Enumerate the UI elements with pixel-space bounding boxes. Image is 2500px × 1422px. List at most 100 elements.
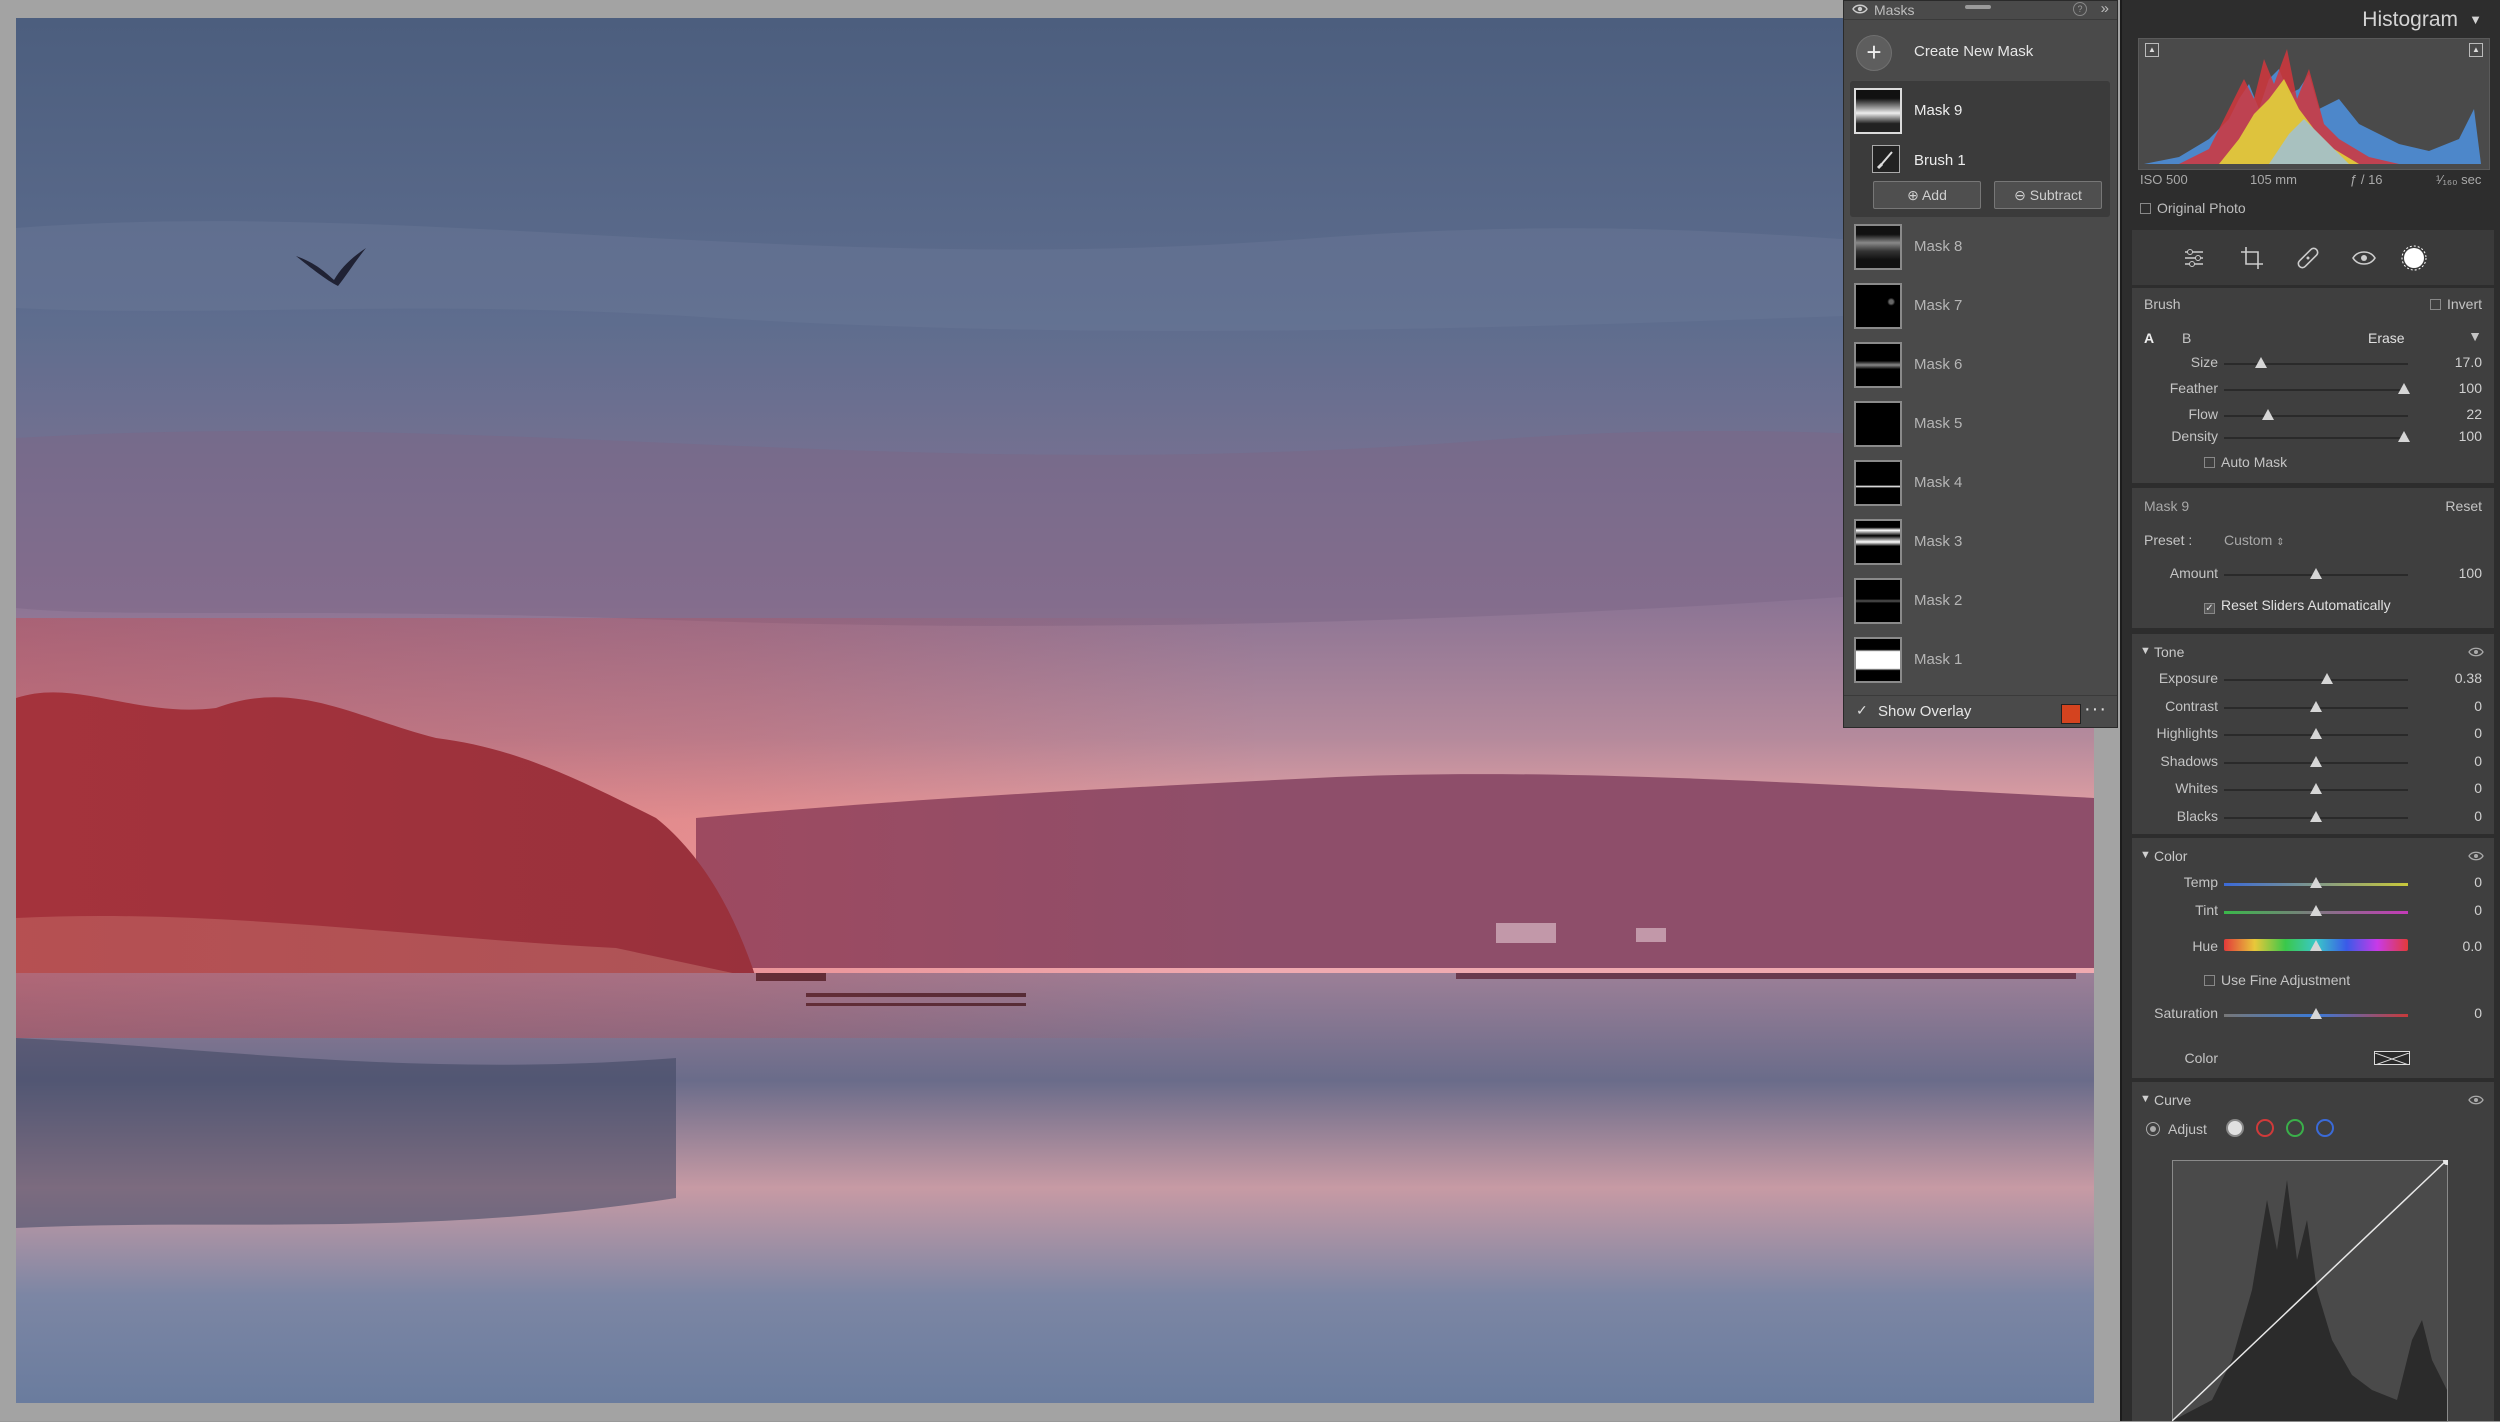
tone-blacks-value[interactable]: 0 xyxy=(2474,808,2482,824)
create-new-mask-button[interactable]: + Create New Mask xyxy=(1844,25,2117,79)
mask-item[interactable]: Mask 4 xyxy=(1844,455,2117,511)
tone-title[interactable]: Tone xyxy=(2154,644,2184,660)
flow-slider[interactable] xyxy=(2224,409,2408,420)
curve-rgb-channel-button[interactable] xyxy=(2226,1119,2244,1137)
more-options-icon[interactable]: ··· xyxy=(2084,698,2107,721)
original-photo-checkbox[interactable] xyxy=(2140,203,2151,214)
mask-item[interactable]: Mask 3 xyxy=(1844,514,2117,570)
mask-color-swatch[interactable] xyxy=(2374,1051,2410,1066)
mask-item[interactable]: Mask 8 xyxy=(1844,219,2117,275)
show-overlay-checkbox[interactable]: ✓ xyxy=(1856,702,1868,719)
brush-options-triangle-icon[interactable]: ▼ xyxy=(2468,328,2482,344)
eye-icon[interactable] xyxy=(1852,3,1868,15)
original-photo-toggle[interactable]: Original Photo xyxy=(2140,200,2246,216)
tone-curve-graph[interactable] xyxy=(2172,1160,2448,1422)
amount-slider[interactable] xyxy=(2224,568,2408,579)
density-slider[interactable] xyxy=(2224,431,2411,442)
hue-slider[interactable] xyxy=(2224,939,2408,951)
size-value[interactable]: 17.0 xyxy=(2455,354,2482,370)
hue-value[interactable]: 0.0 xyxy=(2463,938,2482,954)
auto-mask-checkbox[interactable] xyxy=(2204,457,2215,468)
saturation-slider-thumb[interactable] xyxy=(2310,1008,2322,1019)
tone-highlights-value[interactable]: 0 xyxy=(2474,725,2482,741)
density-value[interactable]: 100 xyxy=(2459,428,2482,444)
help-icon[interactable]: ? xyxy=(2073,2,2087,16)
overlay-color-swatch[interactable] xyxy=(2061,704,2081,724)
size-slider-thumb[interactable] xyxy=(2254,357,2267,368)
tint-slider-thumb[interactable] xyxy=(2310,905,2322,916)
tone-shadows-slider-thumb[interactable] xyxy=(2310,755,2322,767)
tone-blacks-slider-thumb[interactable] xyxy=(2310,810,2322,822)
tone-highlights-slider[interactable] xyxy=(2224,728,2408,739)
collapse-triangle-icon[interactable]: ▼ xyxy=(2469,12,2482,27)
reset-sliders-toggle[interactable]: ✓ Reset Sliders Automatically xyxy=(2204,597,2391,614)
amount-value[interactable]: 100 xyxy=(2459,565,2482,581)
tone-collapse-triangle-icon[interactable]: ▼ xyxy=(2140,645,2151,657)
tone-contrast-slider-thumb[interactable] xyxy=(2310,700,2322,712)
saturation-value[interactable]: 0 xyxy=(2474,1005,2482,1021)
reset-sliders-checkbox[interactable]: ✓ xyxy=(2204,603,2215,614)
temp-value[interactable]: 0 xyxy=(2474,874,2482,890)
mask-item[interactable]: Mask 6 xyxy=(1844,337,2117,393)
tone-exposure-value[interactable]: 0.38 xyxy=(2455,670,2482,686)
tint-value[interactable]: 0 xyxy=(2474,902,2482,918)
add-button[interactable]: ⊕ Add xyxy=(1873,181,1981,209)
mask-item[interactable]: Mask 7 xyxy=(1844,278,2117,334)
flow-slider-thumb[interactable] xyxy=(2262,409,2275,420)
red-eye-icon[interactable] xyxy=(2350,244,2378,272)
masking-icon[interactable] xyxy=(2400,244,2428,272)
tone-exposure-slider[interactable] xyxy=(2224,673,2408,684)
panel-drag-handle[interactable] xyxy=(1965,5,1991,9)
feather-slider[interactable] xyxy=(2224,383,2411,394)
density-slider-thumb[interactable] xyxy=(2398,431,2411,442)
brush-tab-b[interactable]: B xyxy=(2182,330,2191,346)
collapse-icon[interactable]: » xyxy=(2101,0,2109,17)
landscape-photo[interactable] xyxy=(16,18,2094,1403)
tone-contrast-value[interactable]: 0 xyxy=(2474,698,2482,714)
subtract-button[interactable]: ⊖ Subtract xyxy=(1994,181,2102,209)
temp-slider-thumb[interactable] xyxy=(2310,877,2322,888)
mask-item[interactable]: Mask 1 xyxy=(1844,632,2117,688)
brush-component[interactable]: Brush 1 xyxy=(1850,145,2110,175)
curve-collapse-triangle-icon[interactable]: ▼ xyxy=(2140,1093,2151,1105)
temp-slider[interactable] xyxy=(2224,877,2408,888)
curve-title[interactable]: Curve xyxy=(2154,1092,2191,1108)
tone-whites-slider[interactable] xyxy=(2224,783,2408,794)
hue-slider-thumb[interactable] xyxy=(2310,940,2322,951)
flow-value[interactable]: 22 xyxy=(2466,406,2482,422)
auto-mask-toggle[interactable]: Auto Mask xyxy=(2204,454,2287,470)
mask-item-selected[interactable]: Mask 9 xyxy=(1844,83,2117,139)
shadow-clipping-icon[interactable]: ▲ xyxy=(2145,43,2159,57)
tone-shadows-slider[interactable] xyxy=(2224,755,2408,767)
tint-slider[interactable] xyxy=(2224,905,2408,916)
saturation-slider[interactable] xyxy=(2224,1008,2408,1019)
target-adjust-icon[interactable] xyxy=(2146,1122,2160,1136)
edit-sliders-icon[interactable] xyxy=(2180,244,2208,272)
mask-item[interactable]: Mask 2 xyxy=(1844,573,2117,629)
tone-blacks-slider[interactable] xyxy=(2224,810,2408,822)
color-title[interactable]: Color xyxy=(2154,848,2187,864)
fine-adjustment-checkbox[interactable] xyxy=(2204,975,2215,986)
tone-whites-slider-thumb[interactable] xyxy=(2310,783,2322,794)
brush-tab-a[interactable]: A xyxy=(2144,330,2154,346)
tone-visibility-eye-icon[interactable] xyxy=(2468,646,2484,658)
tone-whites-value[interactable]: 0 xyxy=(2474,780,2482,796)
mask-item[interactable]: Mask 5 xyxy=(1844,396,2117,452)
fine-adjustment-toggle[interactable]: Use Fine Adjustment xyxy=(2204,972,2350,988)
curve-blue-channel-button[interactable] xyxy=(2316,1119,2334,1137)
tone-highlights-slider-thumb[interactable] xyxy=(2310,728,2322,739)
crop-icon[interactable] xyxy=(2238,244,2266,272)
color-visibility-eye-icon[interactable] xyxy=(2468,850,2484,862)
curve-red-channel-button[interactable] xyxy=(2256,1119,2274,1137)
tone-shadows-value[interactable]: 0 xyxy=(2474,753,2482,769)
invert-checkbox[interactable] xyxy=(2429,299,2441,310)
healing-icon[interactable] xyxy=(2294,244,2322,272)
curve-green-channel-button[interactable] xyxy=(2286,1119,2304,1137)
feather-slider-thumb[interactable] xyxy=(2398,383,2411,394)
reset-button[interactable]: Reset xyxy=(2445,498,2482,514)
curve-visibility-eye-icon[interactable] xyxy=(2468,1094,2484,1106)
tone-exposure-slider-thumb[interactable] xyxy=(2321,673,2334,684)
tone-contrast-slider[interactable] xyxy=(2224,700,2408,712)
invert-toggle[interactable]: Invert xyxy=(2429,296,2482,312)
preset-dropdown[interactable]: Custom ⇕ xyxy=(2224,532,2285,548)
